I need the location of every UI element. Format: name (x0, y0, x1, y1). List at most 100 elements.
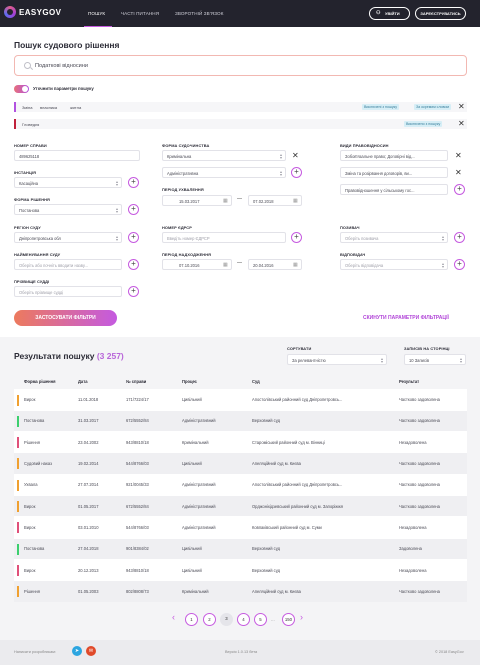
table-row[interactable]: Вирок 11.01.2018 171/7224/17 Цивільний Апост… (14, 388, 467, 411)
cell-form: Постанова (14, 537, 78, 560)
refine-toggle[interactable] (14, 85, 29, 93)
case-number-input[interactable]: 489625118 (14, 150, 140, 161)
table-row[interactable]: Вирок 01.05.2017 672/5552/84 Адміністративн… (14, 494, 467, 517)
cell-form: Вирок (14, 558, 78, 581)
close-icon[interactable]: ✕ (458, 103, 465, 111)
page-button[interactable]: 4 (237, 613, 250, 626)
calendar-icon: ▦ (293, 262, 298, 268)
login-button[interactable]: ⚇ УВІЙТИ (369, 7, 410, 20)
logo-text[interactable]: EASYGOV (19, 8, 61, 17)
register-button[interactable]: ЗАРЕЄСТРУВАТИСЬ (415, 7, 466, 20)
proceeding-form-select-1[interactable]: Кримінальна ▴ ▾ (162, 150, 286, 161)
login-label: УВІЙТИ (385, 11, 400, 16)
column-header[interactable]: Дата (78, 375, 126, 389)
court-region-select[interactable]: Дніпропетровська обл ▴ ▾ (14, 232, 122, 243)
legal-relations-select-1[interactable]: Зобов'язальне право; Договірні від... (340, 150, 448, 161)
add-court-name-button[interactable]: + (128, 259, 139, 270)
cell-case: 672/5552/84 (126, 494, 182, 517)
legal-relations-select-2[interactable]: Зміна та розірвання договорів, ви... (340, 167, 448, 178)
add-judge-button[interactable]: + (128, 286, 139, 297)
tag-row-marker (14, 102, 16, 112)
telegram-icon[interactable]: ➤ (72, 646, 82, 656)
table-row[interactable]: Ухвала 27.07.2014 921/0045/33 Адміністратив… (14, 473, 467, 496)
table-row[interactable]: Рішення 23.04.2002 943/8810/18 Кримінальний… (14, 431, 467, 453)
page-button[interactable]: 1 (185, 613, 198, 626)
cell-date: 01.05.2003 (78, 580, 126, 602)
plaintiff-label: ПОЗИВАЧ (340, 225, 360, 230)
table-row[interactable]: Рішення 01.05.2003 802/8808/73 Кримінальний… (14, 580, 467, 602)
tag-word: Гловедєя (22, 122, 40, 127)
plaintiff-select[interactable]: Оберіть позивача ▴ ▾ (340, 232, 448, 243)
page-button-current[interactable]: 3 (220, 613, 233, 626)
instance-select[interactable]: Касаційна ▴ ▾ (14, 177, 122, 188)
legal-relations-select-3[interactable]: Правовідношення у сільському гос... (340, 184, 448, 195)
status-marker (17, 543, 19, 555)
top-header: EASYGOV ПОШУК ЧАСТІ ПИТАННЯ ЗВОРОТНІЙ ЗВ… (0, 0, 480, 28)
add-court-region-button[interactable]: + (128, 232, 139, 243)
decision-form-select[interactable]: Постанова ▴ ▾ (14, 204, 122, 215)
search-input[interactable]: Податкові відносини (14, 55, 467, 76)
defendant-select[interactable]: Оберіть відповідача ▴ ▾ (340, 259, 448, 270)
prev-page-icon[interactable]: ‹ (172, 612, 175, 622)
add-decision-form-button[interactable]: + (128, 204, 139, 215)
legal-relations-label: ВИДИ ПРАВОВІДНОСИН (340, 143, 389, 148)
proceeding-form-select-2[interactable]: Адміністративна ▴ ▾ (162, 167, 286, 178)
edrsr-input[interactable]: Введіть номер ЄДРСР (162, 232, 286, 243)
cell-case: 171/7224/17 (126, 388, 182, 411)
column-header[interactable]: Результат (399, 375, 467, 389)
judge-select[interactable]: Оберіть прізвище судді (14, 286, 122, 297)
instance-label: ІНСТАНЦІЯ (14, 170, 36, 175)
adoption-from-input[interactable]: 15.03.2017 ▦ (162, 195, 232, 206)
close-icon[interactable]: ✕ (455, 169, 462, 177)
add-instance-button[interactable]: + (128, 177, 139, 188)
close-icon[interactable]: ✕ (455, 152, 462, 160)
page-button[interactable]: 2 (203, 613, 216, 626)
cell-result: Частково задоволена (399, 494, 467, 517)
cell-process: Адміністративний (182, 473, 252, 496)
page-button[interactable]: 5 (254, 613, 267, 626)
mail-icon[interactable]: ✉ (86, 646, 96, 656)
select-arrows-icon: ▴ ▾ (279, 169, 282, 177)
column-header[interactable]: Форма рішення (14, 375, 78, 389)
reset-filters-button[interactable]: СКИНУТИ ПАРАМЕТРИ ФІЛЬТРАЦІЇ (363, 315, 449, 321)
add-defendant-button[interactable]: + (454, 259, 465, 270)
nav-faq[interactable]: ЧАСТІ ПИТАННЯ (121, 11, 159, 16)
next-page-icon[interactable]: › (300, 612, 303, 622)
add-legal-relation-button[interactable]: + (454, 184, 465, 195)
table-row[interactable]: Вирок 03.01.2010 544/8766/03 Адміністративн… (14, 516, 467, 539)
table-row[interactable]: Судовий наказ 19.02.2014 544/8766/03 Цивіль… (14, 452, 467, 475)
table-row[interactable]: Постанова 27.04.2018 901/8384/02 Цивільний В… (14, 537, 467, 560)
table-row[interactable]: Постанова 31.03.2017 672/5552/84 Адміністра… (14, 409, 467, 432)
defendant-label: ВІДПОВІДАЧ (340, 252, 366, 257)
sort-select[interactable]: За релевантністю ▴ ▾ (287, 354, 387, 365)
column-header[interactable]: Суд (252, 375, 399, 389)
cell-form: Рішення (14, 431, 78, 453)
close-icon[interactable]: ✕ (292, 152, 299, 160)
receipt-from-input[interactable]: 07.10.2016 ▦ (162, 259, 232, 270)
close-icon[interactable]: ✕ (458, 120, 465, 128)
column-header[interactable]: № справи (126, 375, 182, 389)
receipt-to-value: 20.04.2016 (253, 263, 274, 268)
receipt-to-input[interactable]: 20.04.2016 ▦ (248, 259, 302, 270)
add-plaintiff-button[interactable]: + (454, 232, 465, 243)
add-edrsr-button[interactable]: + (291, 232, 302, 243)
cell-date: 11.01.2018 (78, 388, 126, 411)
adoption-to-input[interactable]: 07.02.2018 ▦ (248, 195, 302, 206)
column-header[interactable]: Процес (182, 375, 252, 389)
cell-text: Ухвала (24, 482, 38, 488)
instance-value: Касаційна (19, 181, 39, 186)
nav-search[interactable]: ПОШУК (88, 11, 105, 16)
apply-filters-button[interactable]: ЗАСТОСУВАТИ ФІЛЬТРИ (14, 310, 117, 326)
per-page-label: ЗАПИСІВ НА СТОРІНЦІ (404, 346, 450, 351)
receipt-period-label: ПЕРІОД НАДХОДЖЕННЯ (162, 252, 211, 257)
select-arrows-icon: ▴ ▾ (115, 179, 118, 187)
court-name-select[interactable]: Оберіть або почніть вводити назву... (14, 259, 122, 270)
cell-result: Частково задоволена (399, 473, 467, 496)
page-button[interactable]: 150 (282, 613, 295, 626)
nav-feedback[interactable]: ЗВОРОТНІЙ ЗВ'ЯЗОК (175, 11, 223, 16)
search-icon (24, 62, 31, 69)
table-row[interactable]: Вирок 20.12.2013 943/8810/18 Цивільний Верхо… (14, 558, 467, 581)
add-proceeding-form-button[interactable]: + (291, 167, 302, 178)
cell-process: Цивільний (182, 558, 252, 581)
per-page-select[interactable]: 10 Записів ▴ ▾ (404, 354, 466, 365)
